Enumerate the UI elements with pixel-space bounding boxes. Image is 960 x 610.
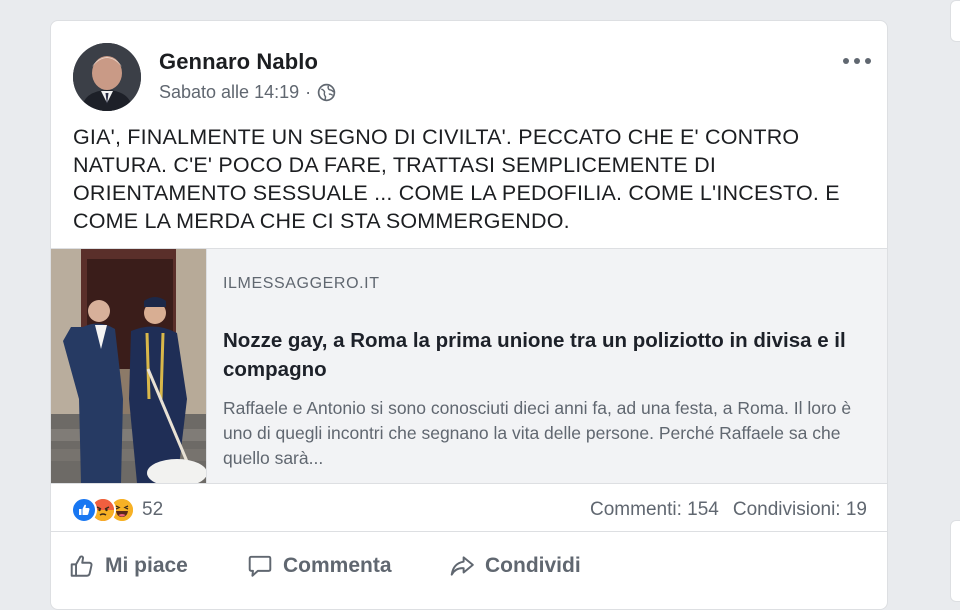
more-dot-icon [854,58,860,64]
adjacent-card-bottom [950,520,960,602]
link-preview[interactable]: ILMESSAGGERO.IT Nozze gay, a Roma la pri… [51,248,887,484]
comments-count[interactable]: Commenti: 154 [590,499,719,521]
meta-separator: · [305,82,312,102]
more-dot-icon [843,58,849,64]
more-dot-icon [865,58,871,64]
thumbs-up-icon [70,555,93,577]
share-button[interactable]: Condividi [449,551,581,581]
post-text: GIA', FINALMENTE UN SEGNO DI CIVILTA'. P… [73,125,840,233]
reaction-count: 52 [142,499,164,520]
post-stats: 52 Commenti: 154 Condivisioni: 19 [51,489,887,532]
like-icon [71,497,97,523]
post-counts: Commenti: 154 Condivisioni: 19 [590,499,867,521]
like-label: Mi piace [105,554,188,577]
link-domain: ILMESSAGGERO.IT [223,275,380,292]
share-arrow-icon [450,556,474,576]
author-name[interactable]: Gennaro Nablo [159,49,318,75]
comment-bubble-icon [248,555,272,577]
post-actions: Mi piace Commenta Condividi [51,539,887,599]
more-options-button[interactable] [843,51,871,71]
avatar[interactable] [73,43,141,111]
share-label: Condividi [485,554,581,577]
comment-label: Commenta [283,554,392,577]
link-description: Raffaele e Antonio si sono conosciuti di… [223,398,852,468]
comment-button[interactable]: Commenta [247,551,392,581]
post-timestamp[interactable]: Sabato alle 14:19 [159,82,299,103]
post-meta: Sabato alle 14:19 · [159,82,336,103]
adjacent-card-top [950,0,960,42]
shares-count[interactable]: Condivisioni: 19 [733,499,867,521]
feed-post: Gennaro Nablo Sabato alle 14:19 · GIA', … [50,20,888,610]
link-thumbnail[interactable] [51,249,207,483]
globe-icon[interactable] [317,83,336,102]
reactions-summary[interactable]: 52 [71,497,164,523]
like-button[interactable]: Mi piace [69,551,188,581]
link-title[interactable]: Nozze gay, a Roma la prima unione tra un… [223,326,873,384]
